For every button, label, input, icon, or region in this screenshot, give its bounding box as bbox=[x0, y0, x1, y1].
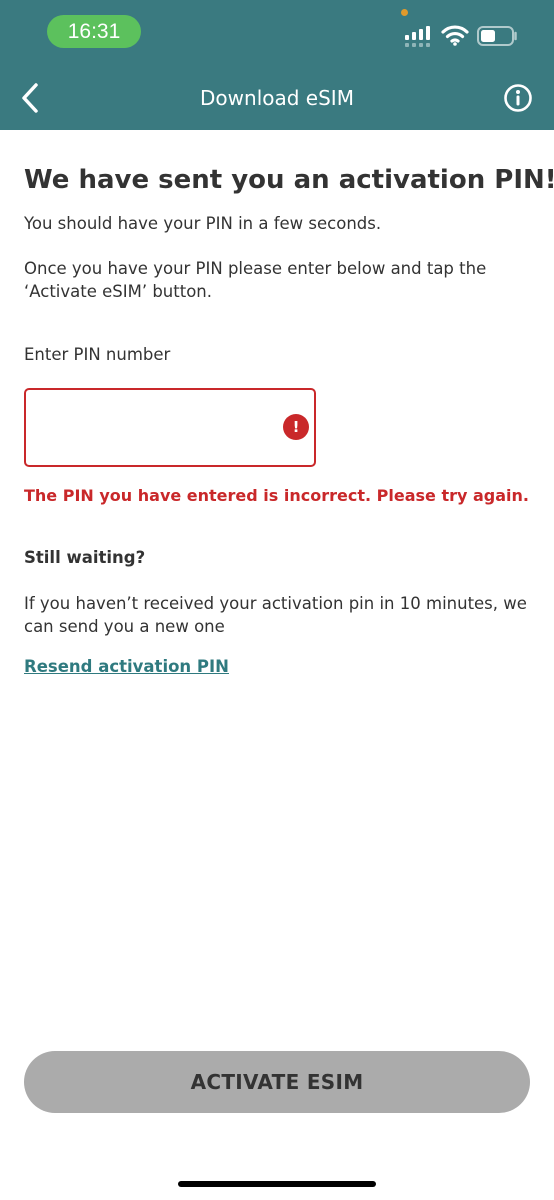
pin-field-container bbox=[24, 388, 316, 467]
page-title: We have sent you an activation PIN! bbox=[24, 165, 554, 195]
privacy-indicator-dot bbox=[401, 9, 408, 16]
activate-esim-button[interactable]: ACTIVATE ESIM bbox=[24, 1051, 530, 1113]
status-time: 16:31 bbox=[47, 15, 141, 48]
pin-error-message: The PIN you have entered is incorrect. P… bbox=[24, 486, 529, 505]
wifi-icon bbox=[441, 25, 469, 46]
error-icon: ! bbox=[283, 414, 309, 440]
still-waiting-heading: Still waiting? bbox=[24, 548, 146, 567]
info-icon bbox=[504, 84, 532, 112]
back-button[interactable] bbox=[14, 78, 48, 118]
still-waiting-text: If you haven’t received your activation … bbox=[24, 594, 527, 636]
signal-icon bbox=[405, 26, 430, 47]
battery-icon bbox=[477, 26, 517, 46]
intro-text: You should have your PIN in a few second… bbox=[24, 214, 382, 233]
chevron-left-icon bbox=[22, 83, 38, 113]
resend-pin-link[interactable]: Resend activation PIN bbox=[24, 655, 229, 678]
pin-field-label: Enter PIN number bbox=[24, 345, 171, 364]
app-header: 16:31 Download eSIM bbox=[0, 0, 554, 130]
instructions-text: Once you have your PIN please enter belo… bbox=[24, 259, 487, 301]
screen-title: Download eSIM bbox=[200, 86, 354, 110]
pin-input[interactable] bbox=[26, 390, 276, 465]
info-button[interactable] bbox=[502, 82, 534, 114]
home-indicator[interactable] bbox=[178, 1181, 376, 1187]
